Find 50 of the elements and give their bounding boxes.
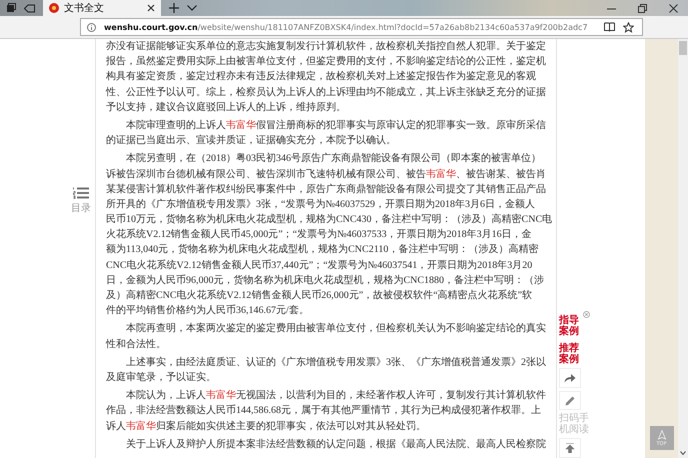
text-line: 民币10万元，货物名称为机床电火花成型机，规格为CNC430，备注栏中写明：（涉及）高精密CNC电 — [106, 212, 552, 228]
scrollbar-thumb[interactable] — [679, 41, 687, 55]
chevron-down-icon[interactable] — [187, 5, 197, 11]
text-line: 性和合法性。 — [106, 338, 166, 352]
emblem-icon — [49, 3, 59, 13]
scroll-up-button[interactable] — [559, 438, 581, 458]
text-line: 日，金额为人民币96,000元，货物名称为机床电火花成型机，规格为CNC1880，备注栏中写明：（涉 — [106, 274, 544, 288]
text-line: 某某侵害计算机软件著作权纠纷民事案件中，原告广东商鼎智能设备有限公司提交了其销售正品产品 — [106, 182, 546, 197]
restore-icon[interactable] — [638, 4, 647, 12]
text-line: 关于上诉人及辩护人所提本案非法经营数额的认定问题，根据《最高人民法院、最高人民检察院 — [125, 438, 546, 452]
browser-tab[interactable]: 文书全文 — [43, 0, 161, 16]
text-line: 本院再查明，本案两次鉴定的鉴定费用由被害单位支付，但检察机关认为不影响鉴定结论的真实 — [125, 322, 546, 336]
text-line: 件的平均销售价格约为人民币36,146.67元/套。 — [106, 304, 309, 318]
text-line: 作品，非法经营数额达人民币144,586.68元，属于有其他严重情节，其行为已构成侵犯著作权罪。上 — [106, 404, 541, 418]
curved-arrow-icon — [564, 372, 576, 383]
close-icon[interactable] — [669, 4, 678, 12]
text-line: 诉人韦富华归案后能如实供述主要的犯罪事实，依法可以对其从轻处罚。 — [106, 420, 426, 434]
text-line: 诉被告深圳市台德机械有限公司、被告深圳市飞速特机械有限公司、被告韦富华、被告谢某、被告肖 — [106, 168, 546, 182]
info-icon — [87, 22, 96, 32]
text-line: 性、公正性予以认可。综上，检察员认为上诉人的上诉理由均不能成立，其上诉主张缺乏充分的证据 — [106, 86, 546, 100]
up-arrow-icon — [565, 443, 575, 454]
text-line: 亦没有证据能够证实系单位的意志实施复制发行计算机软件，故检察机关指控自然人犯罪。关于鉴定 — [106, 40, 546, 54]
text-line: 本院审理查明的上诉人韦富华假冒注册商标的犯罪事实与原审认定的犯罪事实一致。原审所采信 — [125, 118, 546, 133]
case-link[interactable]: 推荐案例 — [559, 343, 580, 365]
case-link[interactable]: 指导案例 — [559, 315, 580, 337]
text-line: 火花系统V2.12销售金额人民币45,000元”；“发票号为№46037533，开票日期为2018年3月16日，金 — [106, 228, 532, 242]
numbered-list-icon — [73, 187, 89, 199]
text-line: 及庭审笔录，予以证实。 — [106, 370, 216, 385]
text-line: 及）高精密CNC电火花系统V2.12销售金额人民币26,000元”，故被侵权软件“高精密点火花系统”软 — [106, 288, 532, 303]
scroll-down-icon[interactable] — [680, 451, 686, 455]
text-line: CNC电火花系统V2.12销售金额人民币37,440元”；“发票号为№46037541，开票日期为2018年3月20 — [106, 258, 532, 273]
text-line: 予以支持，建议合议庭驳回上诉人的上诉，维持原判。 — [106, 100, 346, 115]
text-line: 本院认为，上诉人韦富华无视国法，以营利为目的，未经著作权人许可，复制发行其计算机软件 — [125, 388, 546, 404]
share-button[interactable] — [559, 368, 581, 388]
edit-button[interactable] — [559, 390, 581, 410]
text-line: 报告，虽然鉴定费用实际上由被害单位支付，但鉴定费用的支付，不影响鉴定结论的公正性，鉴定机 — [106, 54, 546, 70]
star-icon[interactable] — [622, 22, 634, 32]
new-tab-icon[interactable] — [169, 3, 179, 13]
text-line: 所开具的《广东增值税专用发票》3张，“发票号为№46037529，开票日期为2018年3月6日，金额人 — [106, 198, 535, 212]
text-line: 额为113,040元，货物名称为机床电火花成型机，规格为CNC2110，备注栏中写明：（涉及）高精密 — [106, 242, 538, 258]
text-line: 本院另查明，在（2018）粤03民初346号原告广东商鼎智能设备有限公司（即本案的被害单位） — [125, 152, 541, 166]
address-field[interactable]: wenshu.court.gov.cn/website/wenshu/181107ANFZ0BXSK4/index.html?docId=57a26ab8b2134c60a537a9f200b2adc7 — [80, 18, 643, 36]
text-line: 构具有鉴定资质，鉴定过程亦未有违反法律规定，故检察机关对上述鉴定报告作为鉴定意见的客观 — [106, 70, 536, 84]
table-of-contents-button[interactable]: 目录 — [71, 187, 91, 217]
text-line: 上述事实，由经法庭质证、认证的《广东增值税专用发票》3张、《广东增值税普通发票》2张以 — [125, 356, 546, 370]
tabs-overview-icon[interactable] — [6, 3, 16, 13]
text-line: 的证据已当庭出示、宣读并质证，证据确实充分，本院予以确认。 — [106, 134, 396, 148]
pencil-icon — [564, 395, 576, 406]
close-icon[interactable] — [147, 4, 155, 12]
book-icon[interactable] — [604, 22, 615, 32]
